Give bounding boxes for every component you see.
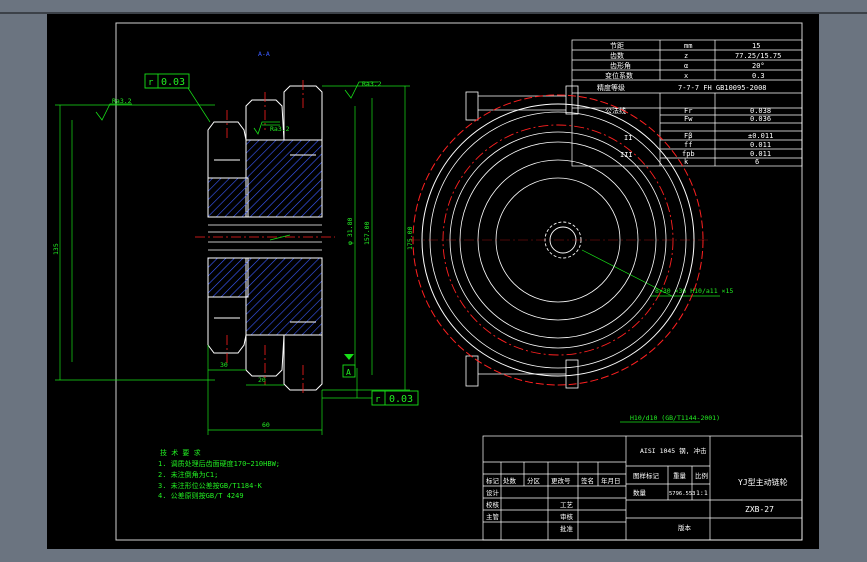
cad-drawing-view: 节距 mm 15 齿数 z 77.25/15.75 齿形角 α 20° 变位系数… xyxy=(0,12,867,549)
param-row-5-val: 7-7-7 FH GB10095-2008 xyxy=(678,84,767,92)
svg-text:A: A xyxy=(346,368,351,377)
svg-text:主管: 主管 xyxy=(486,512,500,521)
drawing-canvas xyxy=(47,13,819,549)
runout-value-bottom: 0.03 xyxy=(389,394,413,405)
scale-label: 比例 xyxy=(695,471,708,480)
svg-text:工艺: 工艺 xyxy=(560,501,574,509)
tech-notes-heading: 技 术 要 求 xyxy=(160,448,201,457)
runout-symbol-icon: r xyxy=(148,78,154,88)
dim-pitch-dia: 157.00 xyxy=(363,221,371,245)
weight-label: 重量 xyxy=(673,472,687,480)
dim-small-1: 30 xyxy=(220,361,228,369)
hub-section-lower xyxy=(245,257,323,336)
material-label: AISI 1045 钢, 冲击 xyxy=(640,446,707,455)
param2-row-2-val: 0.036 xyxy=(750,115,771,123)
svg-text:r: r xyxy=(375,395,381,405)
hub-section-upper xyxy=(245,139,323,218)
weight-value: 5796.553 xyxy=(669,491,696,497)
svg-text:处数: 处数 xyxy=(503,476,517,485)
param2-row-5-sym: fpb xyxy=(682,150,695,158)
tech-note-4: 4. 公差原则按GB/T 4249 xyxy=(158,491,244,500)
param2-row-4-sym: ff xyxy=(684,141,692,149)
param-row-1-name: 节距 xyxy=(610,42,624,50)
param2-row-3-val: ±0.011 xyxy=(748,132,773,140)
param-row-1-sym: mm xyxy=(684,42,692,50)
svg-text:标记: 标记 xyxy=(486,476,500,485)
runout-value-left: 0.03 xyxy=(161,77,185,88)
tech-note-3: 3. 未注形位公差按GB/T1184-K xyxy=(158,481,263,490)
param-row-2-val: 77.25/15.75 xyxy=(735,52,781,60)
svg-text:更改号: 更改号 xyxy=(551,476,571,485)
dim-small-2: 20 xyxy=(258,376,266,384)
scale-value: 1:1 xyxy=(696,489,708,497)
part-title: YJ型主动链轮 xyxy=(738,477,788,487)
param2-row-6-val: 6 xyxy=(755,158,759,166)
dim-width-total: 60 xyxy=(262,421,270,429)
roughness-label-1: Ra3.2 xyxy=(112,97,132,105)
param-row-4-name: 变位系数 xyxy=(605,71,633,80)
param-row-5-name: 精度等级 xyxy=(597,83,625,92)
spline-spec-label-2: H10/d10 (GB/T1144-2001) xyxy=(630,414,720,422)
param2-row-1-sym: Fr xyxy=(684,107,692,115)
param2-row-5-name: III xyxy=(620,151,633,159)
param-row-1-val: 15 xyxy=(752,42,760,50)
dim-hub-dia: φ 31.80 xyxy=(346,218,354,245)
dim-left-dia: 135 xyxy=(52,243,60,255)
param-row-2-name: 齿数 xyxy=(610,51,624,60)
sheet-label: 图样标记 xyxy=(633,471,660,480)
section-label: A-A xyxy=(258,50,270,58)
tech-note-1: 1. 调质处理后齿面硬度170~210HBW; xyxy=(158,459,280,468)
param-row-3-sym: α xyxy=(684,62,688,70)
param2-row-4-val: 0.011 xyxy=(750,141,771,149)
svg-text:批准: 批准 xyxy=(560,524,574,533)
svg-text:分区: 分区 xyxy=(527,476,541,485)
svg-text:审核: 审核 xyxy=(560,512,574,521)
svg-text:年月日: 年月日 xyxy=(601,476,621,485)
param-row-3-name: 齿形角 xyxy=(610,61,631,70)
roughness-label-3: Ra3.2 xyxy=(270,125,290,133)
tech-note-2: 2. 未注倒角为C1; xyxy=(158,470,218,479)
param-row-2-sym: z xyxy=(684,52,688,60)
drawing-number: ZXB-27 xyxy=(745,505,774,514)
roughness-label-2: Ra3.2 xyxy=(362,80,382,88)
version-label: 版本 xyxy=(678,523,692,532)
svg-text:设计: 设计 xyxy=(486,488,500,497)
web-section-upper xyxy=(207,177,249,218)
svg-text:校核: 校核 xyxy=(486,500,500,509)
quantity-label: 数量 xyxy=(633,488,647,497)
param2-row-1-val: 0.038 xyxy=(750,107,771,115)
svg-text:签名: 签名 xyxy=(581,476,594,485)
param-row-3-val: 20° xyxy=(752,62,765,70)
web-section-lower xyxy=(207,257,249,298)
param-row-4-val: 0.3 xyxy=(752,72,765,80)
param-row-4-sym: x xyxy=(684,72,688,80)
param2-row-2-sym: Fw xyxy=(684,115,693,123)
param2-row-3-sym: Fβ xyxy=(684,132,692,140)
param2-row-5-val: 0.011 xyxy=(750,150,771,158)
